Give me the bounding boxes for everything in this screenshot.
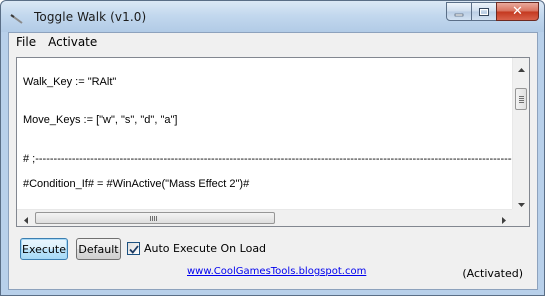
horizontal-scrollbar[interactable] (17, 209, 512, 226)
client-area: File Activate Walk_Key := "RAlt" Move_Ke… (8, 32, 538, 290)
scroll-left-button[interactable] (17, 210, 34, 226)
maximize-button[interactable] (471, 2, 497, 21)
script-editor[interactable]: Walk_Key := "RAlt" Move_Keys := ["w", "s… (16, 57, 530, 227)
vertical-scroll-thumb[interactable] (515, 88, 527, 110)
caption-buttons: ✕ (446, 2, 539, 22)
arrow-right-icon (501, 209, 506, 227)
title-bar[interactable]: Toggle Walk (v1.0) ✕ (1, 1, 544, 32)
scroll-down-button[interactable] (513, 193, 529, 210)
grip-line (152, 216, 153, 221)
scroll-up-button[interactable] (513, 58, 529, 75)
grip-line (519, 96, 524, 97)
code-line: # ;-------------------------------------… (23, 153, 513, 165)
auto-execute-checkbox[interactable] (127, 242, 140, 255)
code-line: Walk_Key := "RAlt" (23, 76, 117, 88)
grip-line (156, 216, 157, 221)
grip-line (154, 216, 155, 221)
minimize-icon (454, 2, 464, 21)
close-button[interactable]: ✕ (496, 2, 539, 21)
vertical-scrollbar[interactable] (512, 58, 529, 210)
menu-activate[interactable]: Activate (42, 33, 103, 51)
editor-content[interactable]: Walk_Key := "RAlt" Move_Keys := ["w", "s… (23, 65, 513, 211)
grip-line (519, 102, 524, 103)
arrow-up-icon (517, 58, 525, 76)
grip-line (150, 216, 151, 221)
grip-line (519, 98, 524, 99)
arrow-left-icon (23, 209, 28, 227)
scrollbar-corner (512, 209, 529, 226)
grip-line (519, 100, 524, 101)
menu-file[interactable]: File (9, 33, 42, 51)
minimize-button[interactable] (446, 2, 472, 21)
website-link[interactable]: www.CoolGamesTools.blogspot.com (187, 266, 366, 277)
status-text: (Activated) (462, 267, 523, 280)
code-line: #Condition_If# = #WinActive("Mass Effect… (23, 178, 250, 190)
auto-execute-label[interactable]: Auto Execute On Load (144, 242, 266, 255)
execute-button[interactable]: Execute (20, 238, 68, 260)
menu-bar: File Activate (9, 33, 537, 51)
checkmark-icon (128, 239, 139, 258)
code-line: Move_Keys := ["w", "s", "d", "a"] (23, 114, 178, 126)
pen-icon (10, 10, 24, 24)
scroll-right-button[interactable] (495, 210, 512, 226)
maximize-icon (478, 2, 490, 21)
horizontal-scroll-thumb[interactable] (35, 212, 275, 224)
app-window: Toggle Walk (v1.0) ✕ File Activate Walk_… (0, 0, 545, 296)
close-icon: ✕ (512, 4, 523, 19)
default-button[interactable]: Default (76, 238, 121, 260)
window-title: Toggle Walk (v1.0) (34, 10, 147, 24)
